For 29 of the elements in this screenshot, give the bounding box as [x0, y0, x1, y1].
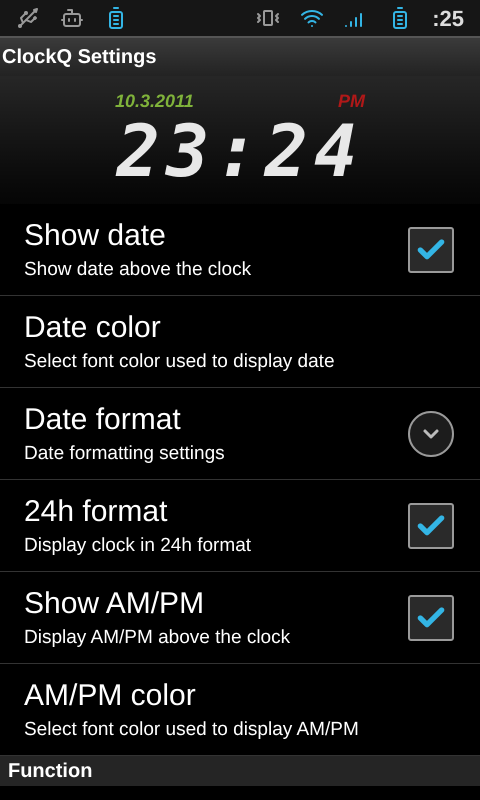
settings-row[interactable]: Date format Date formatting settings [0, 388, 480, 480]
checkbox[interactable] [408, 502, 454, 548]
setting-summary: Display clock in 24h format [24, 534, 252, 558]
dropdown-button[interactable] [408, 410, 454, 456]
usb-icon [16, 6, 40, 30]
setting-title: Date format [24, 402, 182, 438]
setting-title: AM/PM color [24, 678, 197, 714]
window-title: ClockQ Settings [1, 45, 156, 70]
robot-icon [60, 6, 84, 30]
clock-time: 23:24 [116, 115, 364, 187]
clock-ampm: PM [338, 90, 365, 113]
setting-summary: Select font color used to display date [24, 350, 336, 374]
category-title: Function [8, 759, 92, 784]
checkbox[interactable] [408, 594, 454, 640]
setting-title: Show AM/PM [24, 586, 206, 622]
setting-summary: Select font color used to display AM/PM [24, 718, 360, 742]
setting-summary: Date formatting settings [24, 442, 226, 466]
settings-row[interactable]: Show date Show date above the clock [0, 204, 480, 296]
checkbox[interactable] [408, 226, 454, 272]
settings-row[interactable]: Show AM/PM Display AM/PM above the clock [0, 572, 480, 664]
settings-row[interactable]: Date color Select font color used to display date [0, 296, 480, 388]
setting-title: Show date [24, 218, 167, 254]
setting-title: 24h format [24, 494, 168, 530]
status-time: :25 [432, 4, 464, 32]
settings-row[interactable]: 24h format Display clock in 24h format [0, 480, 480, 572]
setting-summary: Display AM/PM above the clock [24, 626, 292, 650]
setting-title: Date color [24, 310, 162, 346]
setting-summary: Show date above the clock [24, 258, 252, 282]
clock-date: 10.3.2011 [115, 90, 194, 113]
